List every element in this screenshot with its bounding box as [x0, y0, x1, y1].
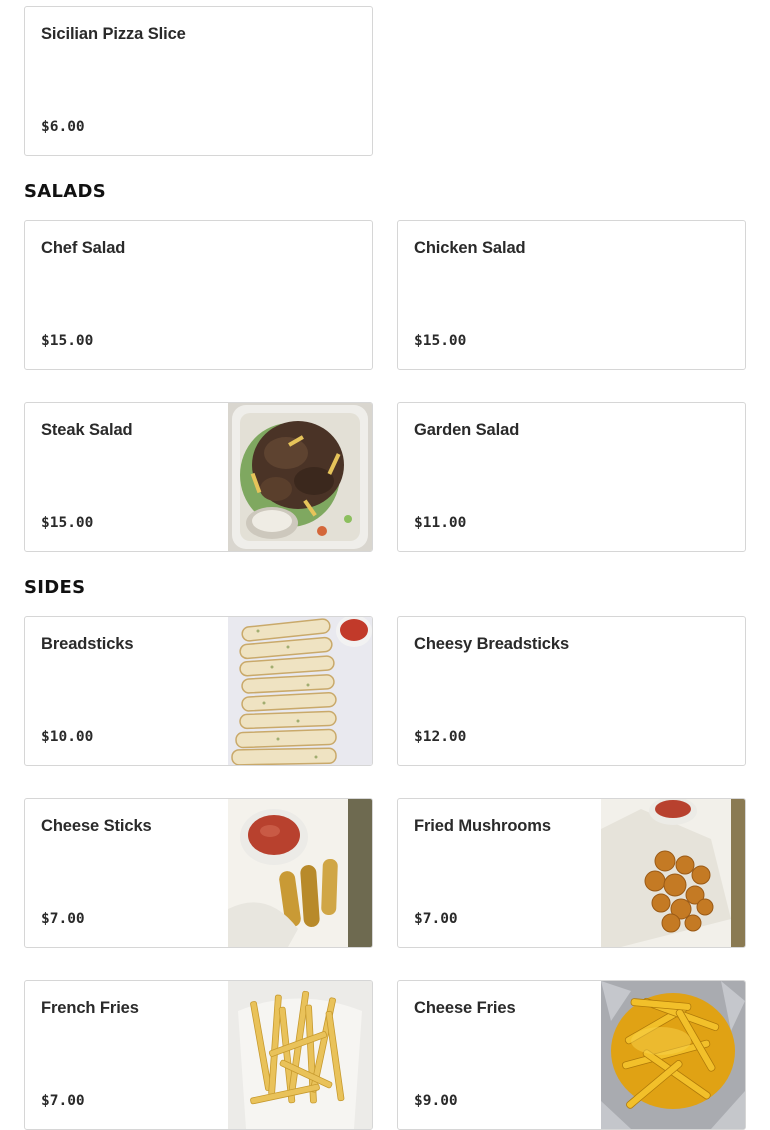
menu-item-name: Fried Mushrooms — [414, 817, 551, 835]
menu-item-card-fried-mushrooms[interactable]: Fried Mushrooms $7.00 — [397, 798, 746, 948]
menu-item-price: $7.00 — [41, 1093, 85, 1109]
section-title-sides: SIDES — [24, 577, 86, 598]
menu-item-card-french-fries[interactable]: French Fries $7.00 — [24, 980, 373, 1130]
menu-item-card-chef-salad[interactable]: Chef Salad $15.00 — [24, 220, 373, 370]
menu-item-name: Cheesy Breadsticks — [414, 635, 570, 653]
cheese-sticks-photo — [228, 799, 372, 947]
menu-item-name: Cheese Sticks — [41, 817, 152, 835]
menu-item-card-steak-salad[interactable]: Steak Salad $15.00 — [24, 402, 373, 552]
menu-item-card-garden-salad[interactable]: Garden Salad $11.00 — [397, 402, 746, 552]
menu-item-name: Breadsticks — [41, 635, 134, 653]
fried-mushrooms-photo — [601, 799, 745, 947]
french-fries-photo — [228, 981, 372, 1129]
menu-item-price: $15.00 — [41, 333, 94, 349]
menu-item-price: $9.00 — [414, 1093, 458, 1109]
menu-item-name: Chicken Salad — [414, 239, 526, 257]
menu-item-price: $7.00 — [414, 911, 458, 927]
menu-item-card-sicilian-pizza-slice[interactable]: Sicilian Pizza Slice $6.00 — [24, 6, 373, 156]
menu-item-price: $15.00 — [41, 515, 94, 531]
menu-item-name: Steak Salad — [41, 421, 133, 439]
menu-item-price: $10.00 — [41, 729, 94, 745]
section-title-salads: SALADS — [24, 181, 107, 202]
breadsticks-photo — [228, 617, 372, 765]
menu-item-price: $15.00 — [414, 333, 467, 349]
menu-item-name: Garden Salad — [414, 421, 520, 439]
menu-item-card-cheese-sticks[interactable]: Cheese Sticks $7.00 — [24, 798, 373, 948]
menu-item-card-chicken-salad[interactable]: Chicken Salad $15.00 — [397, 220, 746, 370]
menu-item-card-cheese-fries[interactable]: Cheese Fries $9.00 — [397, 980, 746, 1130]
menu-item-price: $6.00 — [41, 119, 85, 135]
menu-item-name: Sicilian Pizza Slice — [41, 25, 186, 43]
menu-item-price: $11.00 — [414, 515, 467, 531]
menu-item-name: Chef Salad — [41, 239, 126, 257]
menu-item-price: $7.00 — [41, 911, 85, 927]
steak-salad-photo — [228, 403, 372, 551]
cheese-fries-photo — [601, 981, 745, 1129]
menu-item-card-cheesy-breadsticks[interactable]: Cheesy Breadsticks $12.00 — [397, 616, 746, 766]
menu-item-name: Cheese Fries — [414, 999, 516, 1017]
menu-item-name: French Fries — [41, 999, 139, 1017]
menu-item-card-breadsticks[interactable]: Breadsticks $10.00 — [24, 616, 373, 766]
menu-item-price: $12.00 — [414, 729, 467, 745]
